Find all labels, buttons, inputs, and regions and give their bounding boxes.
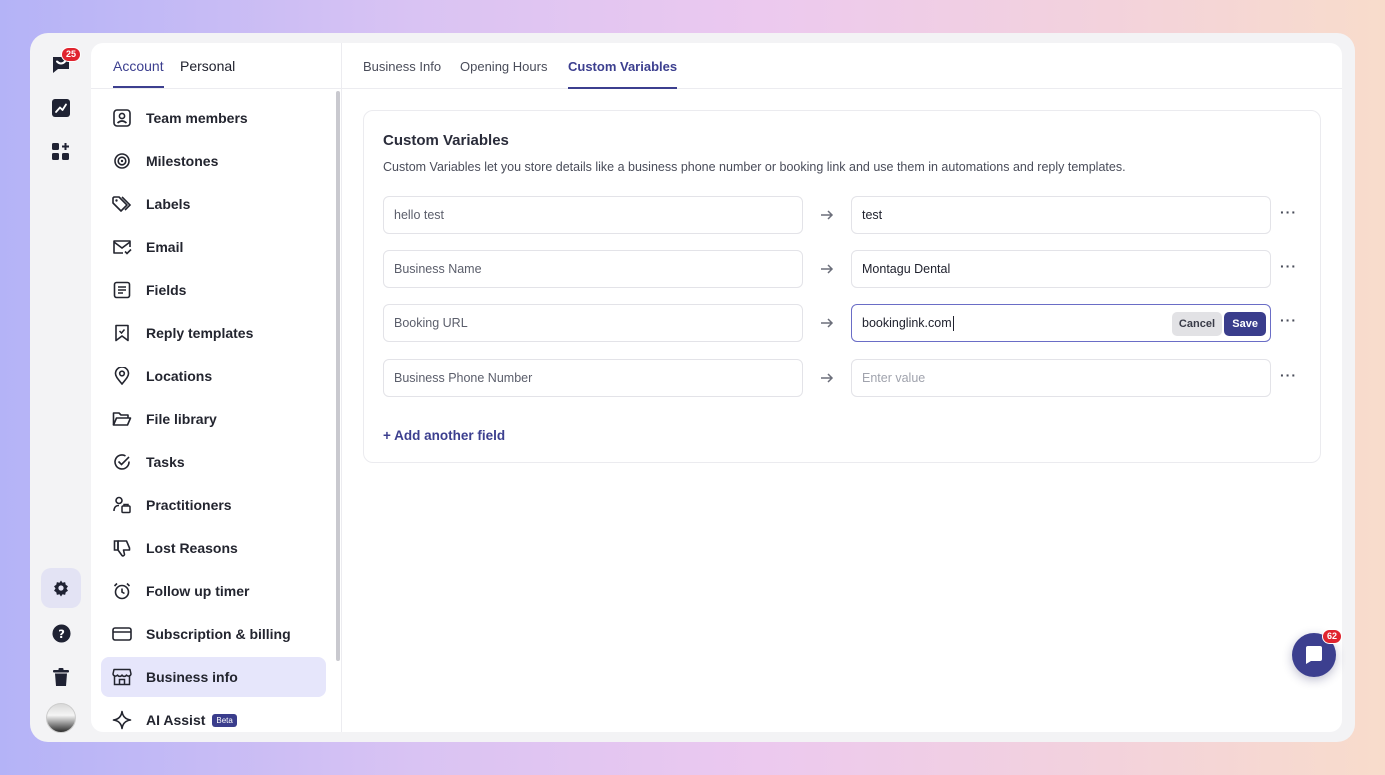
- arrow-right-icon: [821, 373, 834, 383]
- arrow-right-icon: [821, 210, 834, 220]
- sidebar-item-label: Team members: [146, 110, 248, 126]
- row-more-button[interactable]: ···: [1280, 258, 1297, 274]
- sidebar-item-email[interactable]: Email: [101, 227, 326, 267]
- sidebar-item-labels[interactable]: Labels: [101, 184, 326, 224]
- help-button[interactable]: ?: [41, 613, 81, 653]
- tab-account[interactable]: Account: [113, 58, 164, 88]
- row-more-button[interactable]: ···: [1280, 312, 1297, 328]
- sidebar-item-follow-up-timer[interactable]: Follow up timer: [101, 571, 326, 611]
- sidebar-item-label: File library: [146, 411, 217, 427]
- tag-icon: [111, 193, 133, 215]
- sidebar-item-label: Labels: [146, 196, 191, 212]
- variable-value-input[interactable]: Montagu Dental: [851, 250, 1271, 288]
- sidebar-item-label: AI Assist: [146, 712, 206, 728]
- main-tabs: Business Info Opening Hours Custom Varia…: [342, 43, 1342, 89]
- variable-name-input[interactable]: Business Phone Number: [383, 359, 803, 397]
- tab-business-info[interactable]: Business Info: [363, 59, 441, 74]
- sidebar-item-label: Reply templates: [146, 325, 254, 341]
- chat-unread-badge: 62: [1322, 629, 1343, 644]
- check-circle-icon: [111, 451, 133, 473]
- sidebar-item-label: Business info: [146, 669, 238, 685]
- sidebar-item-locations[interactable]: Locations: [101, 356, 326, 396]
- notification-badge: 25: [61, 47, 82, 62]
- apps-button[interactable]: [41, 132, 81, 172]
- variable-name-input[interactable]: hello test: [383, 196, 803, 234]
- credit-card-icon: [111, 623, 133, 645]
- variable-name-input[interactable]: Business Name: [383, 250, 803, 288]
- input-text: bookinglink.com: [862, 316, 952, 330]
- custom-variables-card: Custom Variables Custom Variables let yo…: [363, 110, 1321, 463]
- folder-open-icon: [111, 408, 133, 430]
- store-icon: [111, 666, 133, 688]
- text-caret: [952, 315, 954, 331]
- settings-icon: [54, 580, 68, 597]
- sidebar-item-milestones[interactable]: Milestones: [101, 141, 326, 181]
- analytics-icon: [52, 99, 70, 117]
- sidebar-item-file-library[interactable]: File library: [101, 399, 326, 439]
- sparkle-icon: [111, 709, 133, 731]
- sidebar-scrollbar[interactable]: [336, 91, 340, 661]
- sidebar-item-subscription-billing[interactable]: Subscription & billing: [101, 614, 326, 654]
- chat-launcher-button[interactable]: 62: [1292, 629, 1343, 677]
- alarm-clock-icon: [111, 580, 133, 602]
- sidebar-item-lost-reasons[interactable]: Lost Reasons: [101, 528, 326, 568]
- user-square-icon: [111, 107, 133, 129]
- card-description: Custom Variables let you store details l…: [383, 160, 1126, 174]
- sidebar-item-label: Follow up timer: [146, 583, 250, 599]
- sidebar-item-label: Milestones: [146, 153, 219, 169]
- chat-icon: [1306, 646, 1322, 664]
- beta-badge: Beta: [212, 713, 237, 727]
- user-id-icon: [111, 494, 133, 516]
- tab-opening-hours[interactable]: Opening Hours: [460, 59, 547, 74]
- sidebar-item-tasks[interactable]: Tasks: [101, 442, 326, 482]
- sidebar-item-ai-assist[interactable]: AI Assist Beta: [101, 700, 326, 732]
- apps-add-icon: [52, 143, 69, 160]
- tab-personal[interactable]: Personal: [180, 58, 235, 74]
- arrow-right-icon: [821, 264, 834, 274]
- map-pin-icon: [111, 365, 133, 387]
- arrow-right-icon: [821, 318, 834, 328]
- help-icon: ?: [51, 623, 71, 643]
- add-field-link[interactable]: + Add another field: [383, 428, 505, 443]
- sidebar-item-label: Practitioners: [146, 497, 232, 513]
- trash-icon: [53, 668, 69, 686]
- user-avatar[interactable]: [46, 703, 76, 733]
- tab-custom-variables[interactable]: Custom Variables: [568, 59, 678, 89]
- bookmark-icon: [111, 322, 133, 344]
- form-icon: [111, 279, 133, 301]
- cancel-button[interactable]: Cancel: [1171, 312, 1222, 336]
- svg-text:?: ?: [58, 626, 65, 640]
- mail-check-icon: [111, 236, 133, 258]
- thumbs-down-icon: [111, 537, 133, 559]
- analytics-button[interactable]: [41, 88, 81, 128]
- save-button[interactable]: Save: [1224, 312, 1266, 336]
- sidebar-item-label: Subscription & billing: [146, 626, 291, 642]
- sidebar-tabs: Account Personal: [91, 43, 341, 89]
- variable-value-input-editing[interactable]: bookinglink.com Cancel Save: [851, 304, 1271, 342]
- icon-rail: 25 ?: [30, 33, 90, 742]
- target-icon: [111, 150, 133, 172]
- sidebar-item-label: Locations: [146, 368, 213, 384]
- settings-sidebar: Account Personal Team members Milestones…: [91, 43, 342, 732]
- variable-value-input[interactable]: Enter value: [851, 359, 1271, 397]
- sidebar-item-label: Lost Reasons: [146, 540, 238, 556]
- sidebar-item-label: Fields: [146, 282, 187, 298]
- row-more-button[interactable]: ···: [1280, 367, 1297, 383]
- main-panel: Business Info Opening Hours Custom Varia…: [342, 43, 1342, 732]
- inbox-button[interactable]: 25: [41, 45, 82, 85]
- sidebar-item-label: Email: [146, 239, 184, 255]
- sidebar-item-fields[interactable]: Fields: [101, 270, 326, 310]
- variable-value-input[interactable]: test: [851, 196, 1271, 234]
- row-more-button[interactable]: ···: [1280, 204, 1297, 220]
- sidebar-item-label: Tasks: [146, 454, 185, 470]
- sidebar-item-team-members[interactable]: Team members: [101, 98, 326, 138]
- variable-name-input[interactable]: Booking URL: [383, 304, 803, 342]
- sidebar-item-practitioners[interactable]: Practitioners: [101, 485, 326, 525]
- app-window: 25 ? Account Personal Team members Miles…: [30, 33, 1355, 742]
- settings-button[interactable]: [41, 568, 81, 608]
- sidebar-item-business-info[interactable]: Business info: [101, 657, 326, 697]
- sidebar-item-reply-templates[interactable]: Reply templates: [101, 313, 326, 353]
- card-title: Custom Variables: [383, 132, 509, 149]
- trash-button[interactable]: [41, 657, 81, 697]
